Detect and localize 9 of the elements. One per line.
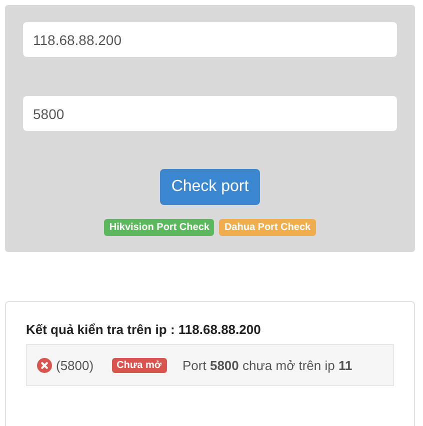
result-message: Port 5800 chưa mở trên ip 11 [182, 358, 352, 372]
port-number: (5800) [56, 358, 94, 372]
check-port-button[interactable]: Check port [160, 169, 260, 205]
result-title: Kết quả kiển tra trên ip : 118.68.88.200 [26, 322, 262, 337]
status-badge: Chưa mở [112, 358, 166, 372]
ip-input-field[interactable]: 118.68.88.200 [23, 22, 397, 57]
port-input-field[interactable]: 5800 [23, 96, 397, 131]
port-check-link[interactable]: Dahua Port Check [219, 219, 316, 236]
port-check-link[interactable]: Hikvision Port Check [104, 219, 214, 236]
